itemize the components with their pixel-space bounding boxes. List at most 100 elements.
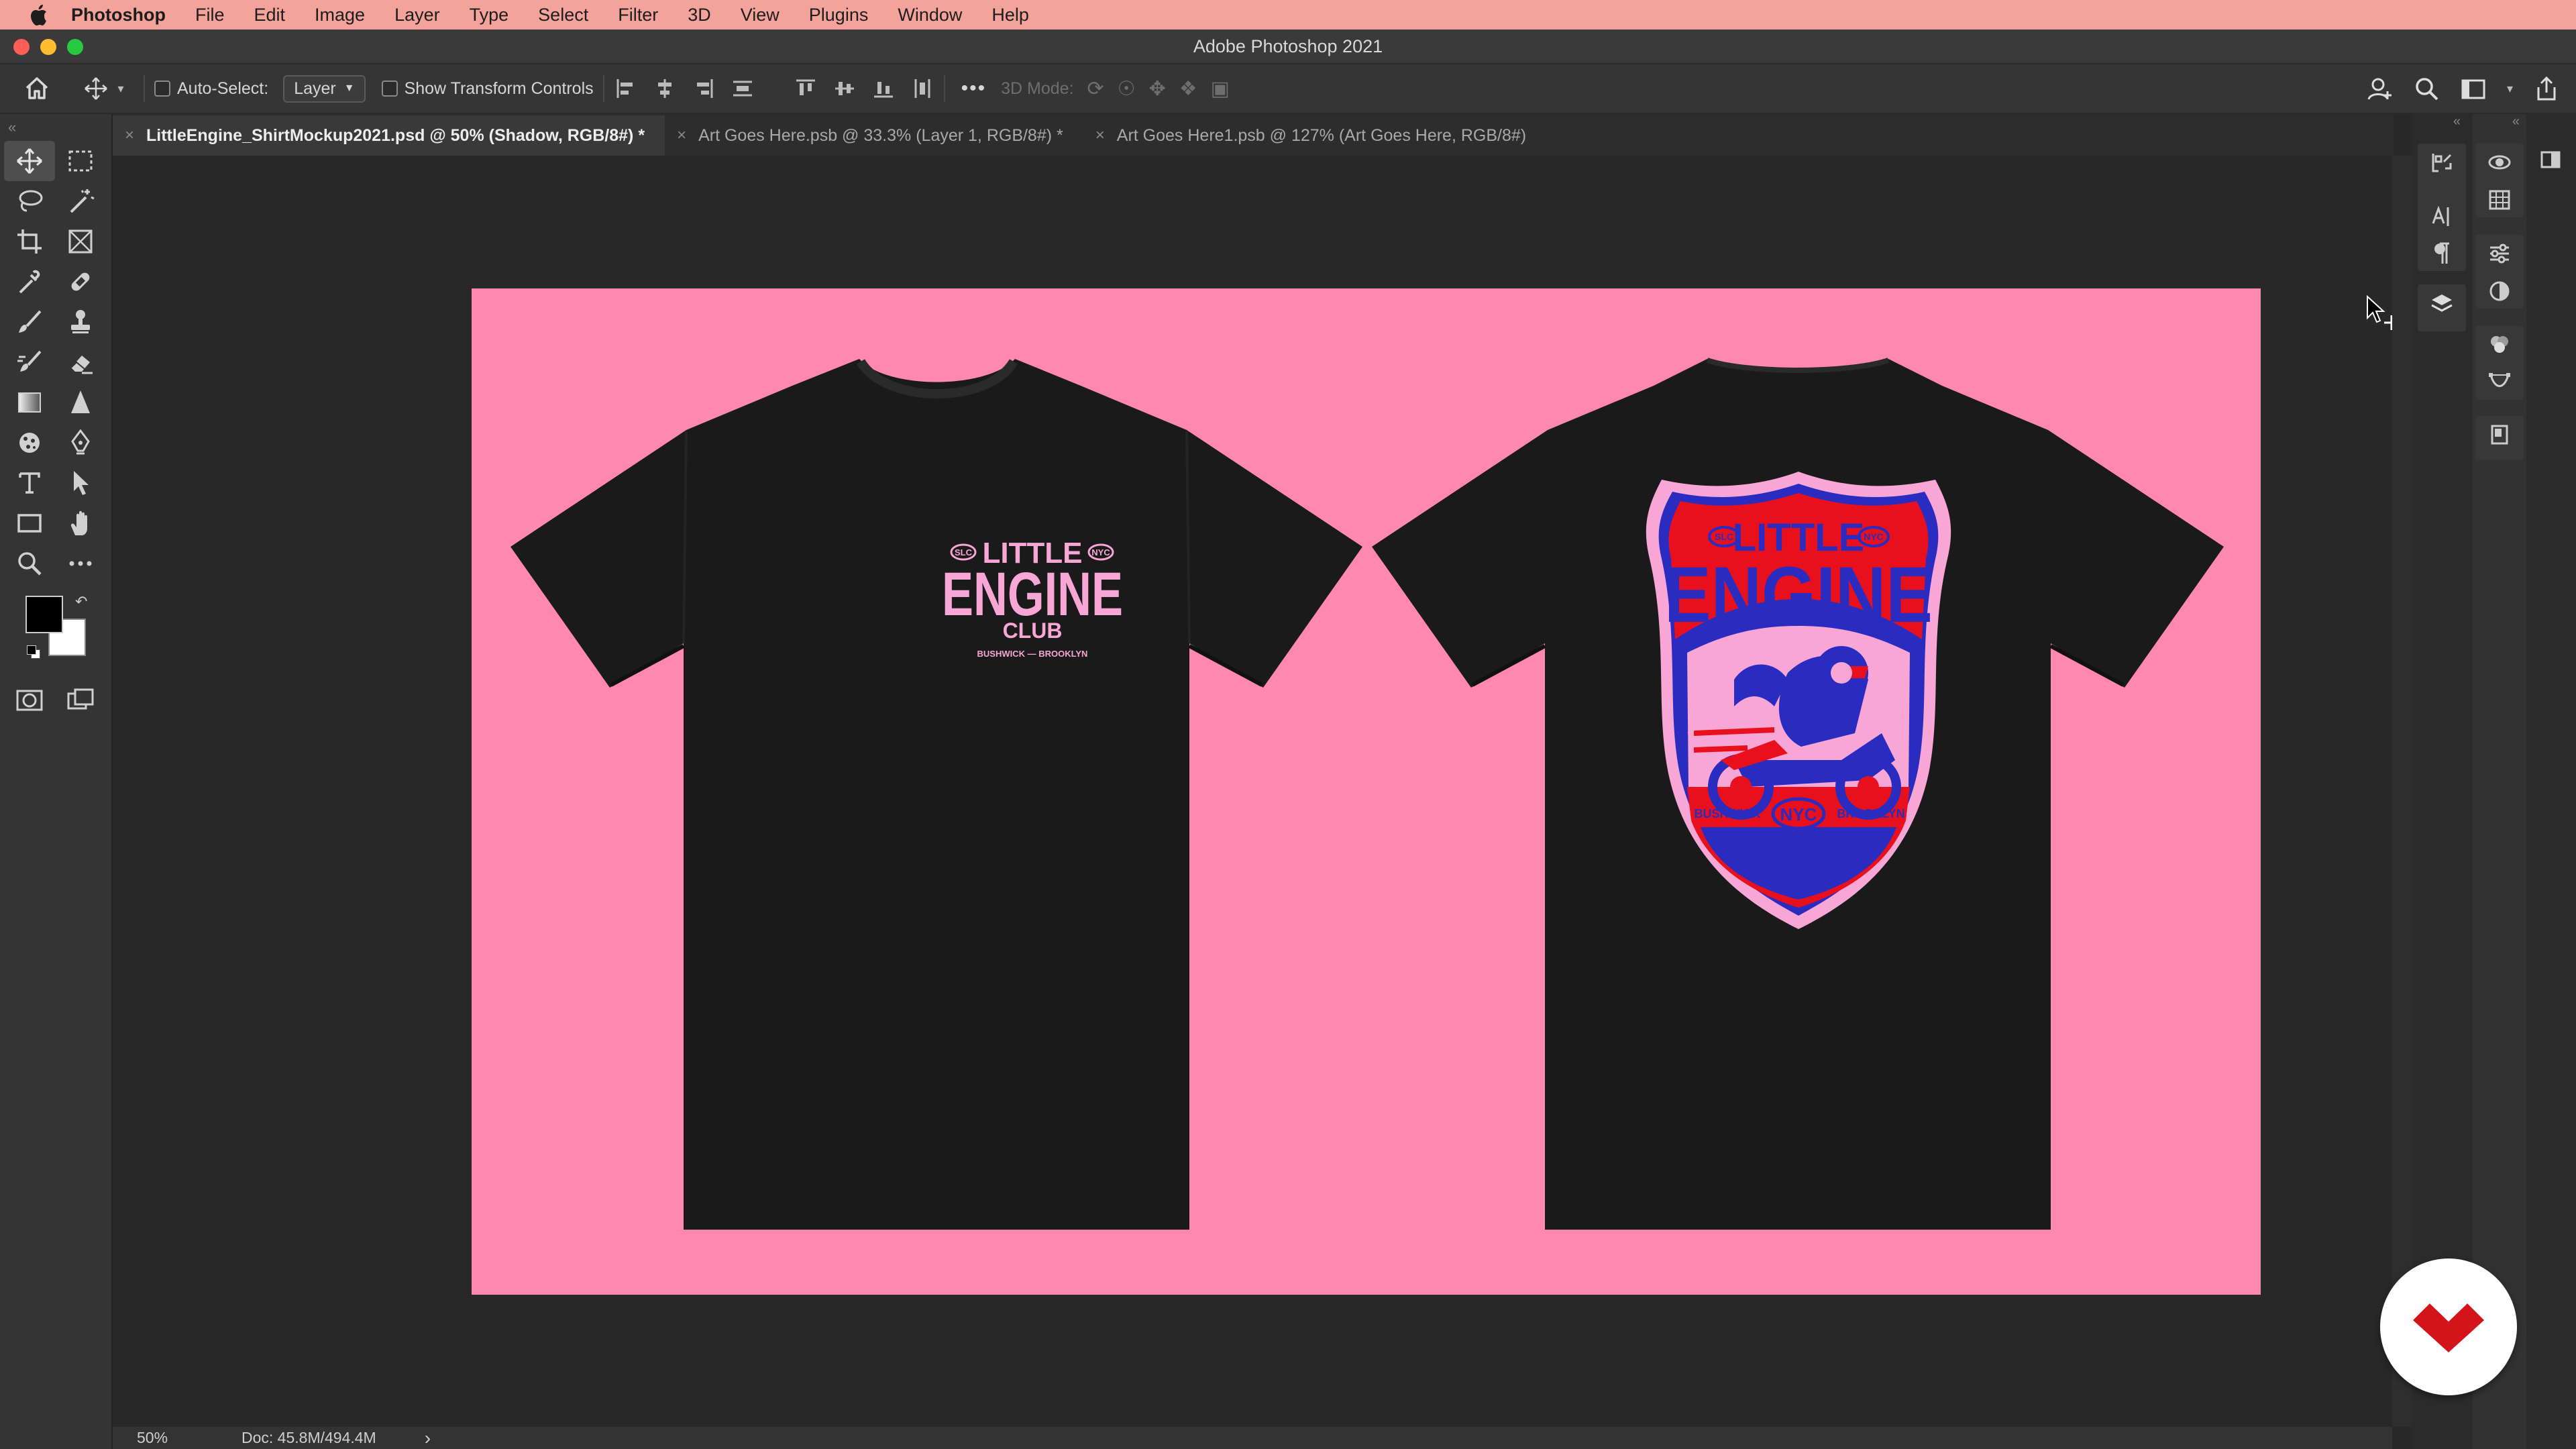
swap-colors-icon[interactable]: ↶ [75, 593, 87, 610]
healing-brush-tool[interactable] [55, 262, 106, 302]
lasso-tool[interactable] [4, 181, 55, 221]
document-tabs: × LittleEngine_ShirtMockup2021.psd @ 50%… [113, 114, 2394, 156]
menu-help[interactable]: Help [991, 5, 1029, 25]
document-canvas[interactable]: SLC NYC LITTLE ENGINE CLUB BUSHWICK — BR… [472, 288, 2261, 1295]
3d-orbit-icon[interactable]: ⟳ [1087, 77, 1104, 101]
menu-layer[interactable]: Layer [394, 5, 440, 25]
close-tab-icon[interactable]: × [677, 126, 686, 145]
sharpen-icon [71, 390, 90, 413]
share-icon[interactable] [2533, 75, 2560, 102]
frame-tool[interactable] [55, 221, 106, 262]
properties-panel-button[interactable] [2475, 235, 2524, 272]
distribute-icon[interactable] [731, 76, 755, 101]
3d-slide-icon[interactable]: ❖ [1179, 77, 1197, 101]
hand-tool[interactable] [55, 503, 106, 543]
align-left-icon[interactable] [614, 76, 638, 101]
table-panel-button[interactable] [2475, 181, 2524, 219]
eyedropper-tool[interactable] [4, 262, 55, 302]
gradient-tool[interactable] [4, 382, 55, 423]
menu-3d[interactable]: 3D [688, 5, 711, 25]
document-size[interactable]: Doc: 45.8M/494.4M [241, 1429, 376, 1447]
quick-mask-icon[interactable] [15, 686, 44, 715]
align-right-icon[interactable] [692, 76, 716, 101]
pen-tool[interactable] [55, 423, 106, 463]
marquee-tool[interactable] [55, 141, 106, 181]
share-user-icon[interactable] [2366, 75, 2393, 102]
type-tool[interactable] [4, 463, 55, 503]
menu-file[interactable]: File [195, 5, 225, 25]
menu-filter[interactable]: Filter [618, 5, 658, 25]
expand-panels-icon[interactable]: « [2473, 114, 2526, 138]
menu-type[interactable]: Type [470, 5, 509, 25]
magic-wand-tool[interactable] [55, 181, 106, 221]
adjustments-panel-button[interactable] [2475, 272, 2524, 310]
chevron-down-icon: ▼ [343, 83, 355, 94]
workspace-icon[interactable] [2460, 75, 2487, 102]
3d-roll-icon[interactable]: ☉ [1118, 77, 1136, 101]
close-tab-icon[interactable]: × [125, 126, 134, 145]
tab-little-engine-mockup[interactable]: × LittleEngine_ShirtMockup2021.psd @ 50%… [113, 115, 665, 156]
libraries-panel-button[interactable] [2475, 416, 2524, 453]
collapsed-panel-button[interactable] [2526, 141, 2575, 178]
default-colors-icon[interactable] [27, 645, 40, 659]
apple-icon[interactable] [24, 0, 54, 30]
layers-panel-button[interactable] [2418, 284, 2466, 322]
mixer-brush-tool[interactable] [4, 342, 55, 382]
tab-art-goes-here[interactable]: × Art Goes Here.psb @ 33.3% (Layer 1, RG… [665, 115, 1083, 156]
menu-edit[interactable]: Edit [254, 5, 286, 25]
screen-mode-icon[interactable] [66, 686, 95, 715]
character-icon [2432, 205, 2449, 226]
search-icon[interactable] [2413, 75, 2440, 102]
zoom-level[interactable]: 50% [137, 1429, 217, 1447]
align-middle-icon[interactable] [833, 76, 857, 101]
align-top-icon[interactable] [794, 76, 818, 101]
crop-tool[interactable] [4, 221, 55, 262]
more-options-icon[interactable]: ••• [961, 77, 987, 100]
character-panel-button[interactable] [2418, 197, 2466, 235]
menu-view[interactable]: View [741, 5, 780, 25]
menu-image[interactable]: Image [315, 5, 365, 25]
show-transform-checkbox[interactable] [381, 80, 398, 97]
menu-plugins[interactable]: Plugins [809, 5, 869, 25]
close-tab-icon[interactable]: × [1095, 126, 1105, 145]
expand-panels-icon[interactable]: « [2412, 114, 2473, 138]
more-tools-button[interactable] [55, 543, 106, 584]
vertical-scrollbar[interactable] [2392, 156, 2412, 1427]
paragraph-panel-button[interactable] [2418, 235, 2466, 272]
app-menu-photoshop[interactable]: Photoshop [71, 5, 166, 25]
brush-tool[interactable] [4, 302, 55, 342]
collapse-panel-icon[interactable]: « [0, 114, 111, 141]
auto-select-dropdown[interactable]: Layer ▼ [283, 74, 366, 103]
channels-panel-button[interactable] [2475, 326, 2524, 364]
menu-select[interactable]: Select [538, 5, 588, 25]
home-icon [25, 77, 48, 99]
auto-select-value: Layer [294, 78, 336, 98]
sharpen-tool[interactable] [55, 382, 106, 423]
distribute-vertical-icon[interactable] [910, 76, 934, 101]
status-menu-arrow[interactable]: › [425, 1428, 431, 1449]
rectangle-tool[interactable] [4, 503, 55, 543]
align-center-icon[interactable] [653, 76, 677, 101]
3d-pan-icon[interactable]: ✥ [1149, 77, 1166, 101]
stamp-tool[interactable] [55, 302, 106, 342]
eraser-tool[interactable] [55, 342, 106, 382]
paths-panel-button[interactable] [2475, 364, 2524, 401]
align-bottom-icon[interactable] [871, 76, 896, 101]
foreground-color-swatch[interactable] [25, 596, 63, 633]
libraries-icon [2491, 425, 2508, 445]
sponge-tool[interactable] [4, 423, 55, 463]
menu-window[interactable]: Window [898, 5, 962, 25]
tool-preset-picker[interactable]: ▾ [74, 64, 134, 113]
path-selection-tool[interactable] [55, 463, 106, 503]
move-tool[interactable] [4, 141, 55, 181]
history-panel-button[interactable] [2418, 144, 2466, 181]
chevron-down-icon[interactable]: ▾ [2507, 82, 2513, 96]
eyedropper-icon [19, 270, 40, 294]
3d-panel-button[interactable] [2475, 144, 2524, 181]
tab-art-goes-here1[interactable]: × Art Goes Here1.psb @ 127% (Art Goes He… [1083, 115, 1546, 156]
zoom-tool[interactable] [4, 543, 55, 584]
3d-scale-icon[interactable]: ▣ [1211, 77, 1230, 101]
auto-select-checkbox[interactable] [154, 80, 170, 97]
canvas-area[interactable]: SLC NYC LITTLE ENGINE CLUB BUSHWICK — BR… [113, 156, 2399, 1427]
home-button[interactable] [0, 64, 74, 113]
